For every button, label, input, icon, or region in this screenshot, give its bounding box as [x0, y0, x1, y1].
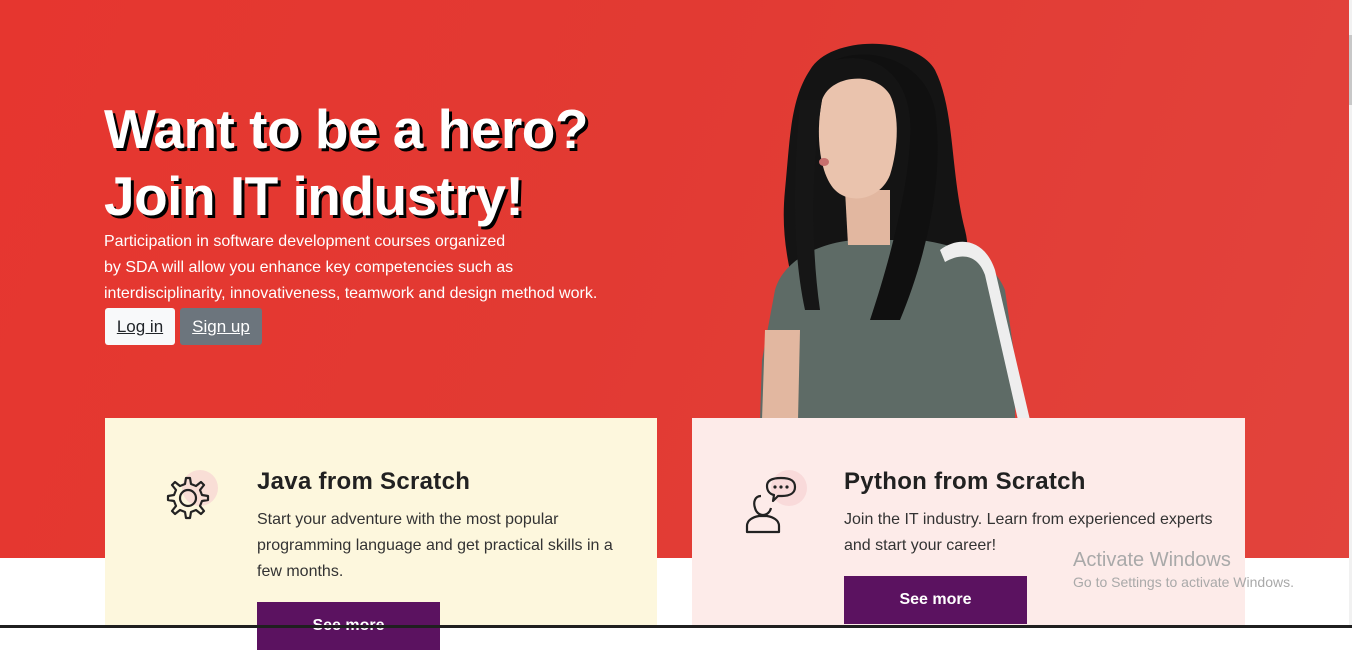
card-description: Start your adventure with the most popul…: [257, 511, 613, 580]
hero-title: Want to be a hero? Join IT industry!: [104, 96, 588, 230]
person-chat-icon: [745, 470, 807, 534]
watermark-subtitle: Go to Settings to activate Windows.: [1073, 574, 1294, 590]
course-card-python: Python from Scratch Join the IT industry…: [692, 418, 1245, 628]
hero-title-line2: Join IT industry!: [104, 165, 524, 227]
card-title: Python from Scratch: [844, 468, 1086, 495]
hero-description-line: Participation in software development co…: [104, 233, 506, 250]
hero-title-line1: Want to be a hero?: [104, 98, 588, 160]
hero-description-line: interdisciplinarity, innovativeness, tea…: [104, 285, 598, 302]
hero-person-image: [760, 43, 1030, 420]
login-button[interactable]: Log in: [105, 308, 175, 345]
gear-icon: [166, 470, 218, 520]
hero-description-line: by SDA will allow you enhance key compet…: [104, 259, 514, 276]
watermark-title: Activate Windows: [1073, 549, 1231, 571]
signup-button[interactable]: Sign up: [180, 308, 262, 345]
card-title: Java from Scratch: [257, 468, 471, 495]
hero-description: Participation in software development co…: [104, 229, 644, 307]
see-more-button[interactable]: See more: [844, 576, 1027, 624]
course-card-java: Java from Scratch Start your adventure w…: [105, 418, 657, 650]
activate-windows-watermark: Activate Windows Go to Settings to activ…: [1073, 548, 1294, 592]
